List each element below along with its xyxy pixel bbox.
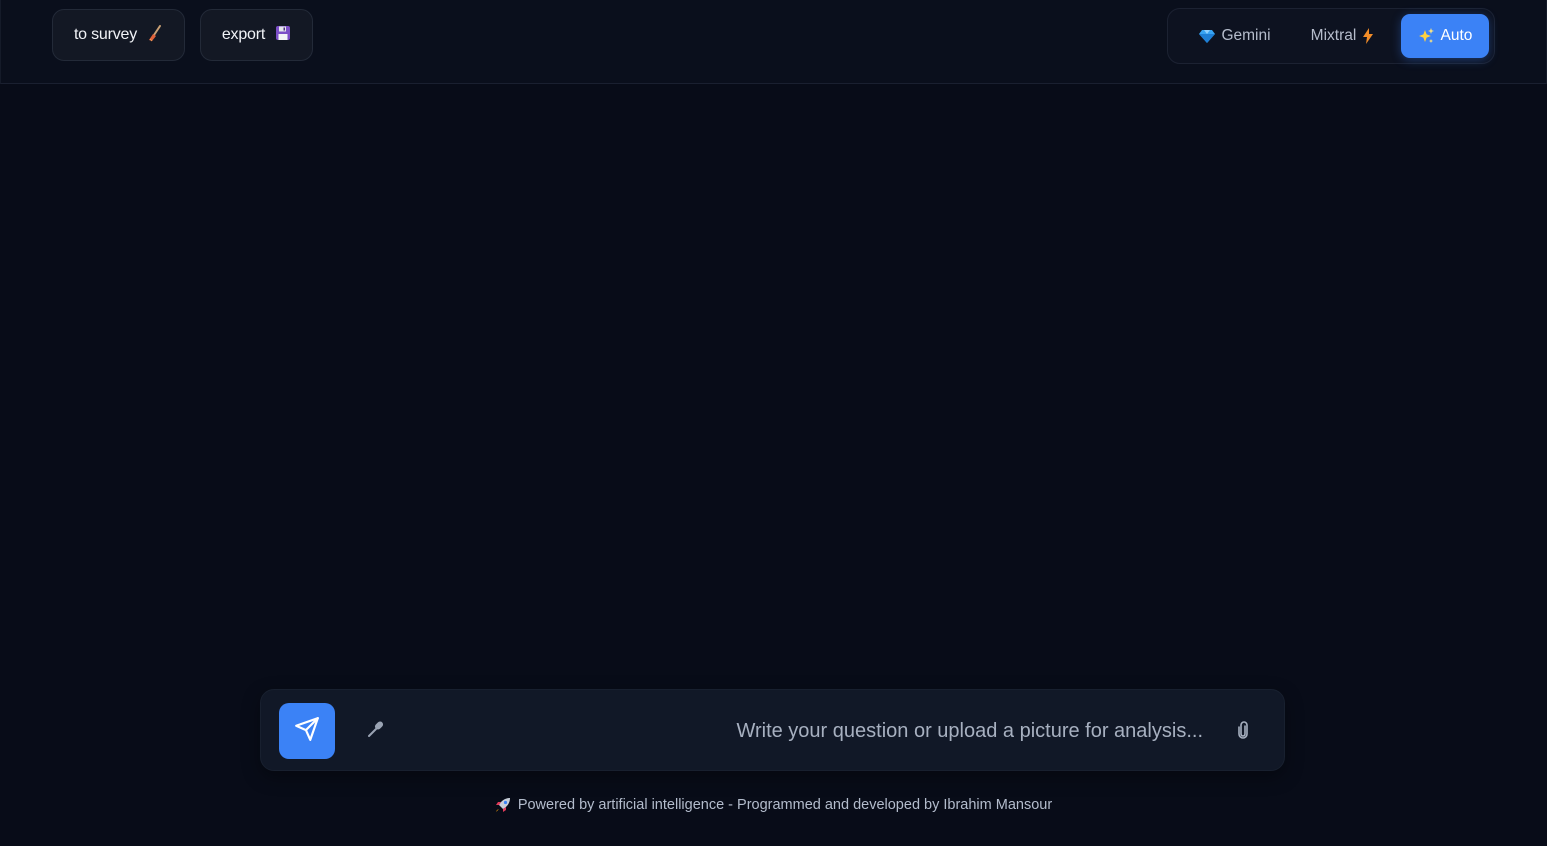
- model-option-mixtral[interactable]: Mixtral: [1294, 14, 1390, 58]
- to-survey-button[interactable]: to survey: [52, 9, 185, 61]
- model-option-auto[interactable]: Auto: [1401, 14, 1489, 58]
- floppy-disk-icon: [275, 25, 291, 46]
- paper-plane-icon: [294, 716, 320, 747]
- model-label-auto: Auto: [1440, 27, 1473, 44]
- send-button[interactable]: [279, 703, 335, 759]
- to-survey-label: to survey: [73, 26, 138, 43]
- model-option-gemini[interactable]: Gemini: [1182, 14, 1288, 58]
- export-button[interactable]: export: [200, 9, 313, 61]
- lightning-icon: [1363, 28, 1374, 44]
- model-label-mixtral: Mixtral: [1310, 27, 1357, 44]
- top-bar: to survey export Gemini Mixtral Auto: [0, 0, 1547, 84]
- export-label: export: [221, 26, 266, 43]
- sparkles-icon: [1418, 27, 1435, 45]
- message-composer: [260, 689, 1285, 771]
- attach-button[interactable]: [1233, 720, 1253, 744]
- model-switch: Gemini Mixtral Auto: [1167, 8, 1495, 64]
- broom-icon: [147, 24, 163, 47]
- paperclip-icon: [1237, 720, 1249, 744]
- microphone-icon: [367, 720, 385, 743]
- rocket-icon: [495, 797, 511, 813]
- prompt-input[interactable]: [411, 710, 1203, 752]
- model-label-gemini: Gemini: [1221, 27, 1271, 44]
- gem-icon: [1199, 29, 1216, 43]
- footer-credit: Powered by artificial intelligence - Pro…: [0, 794, 1547, 816]
- footer-text: Powered by artificial intelligence - Pro…: [517, 797, 1053, 813]
- microphone-button[interactable]: [365, 720, 387, 742]
